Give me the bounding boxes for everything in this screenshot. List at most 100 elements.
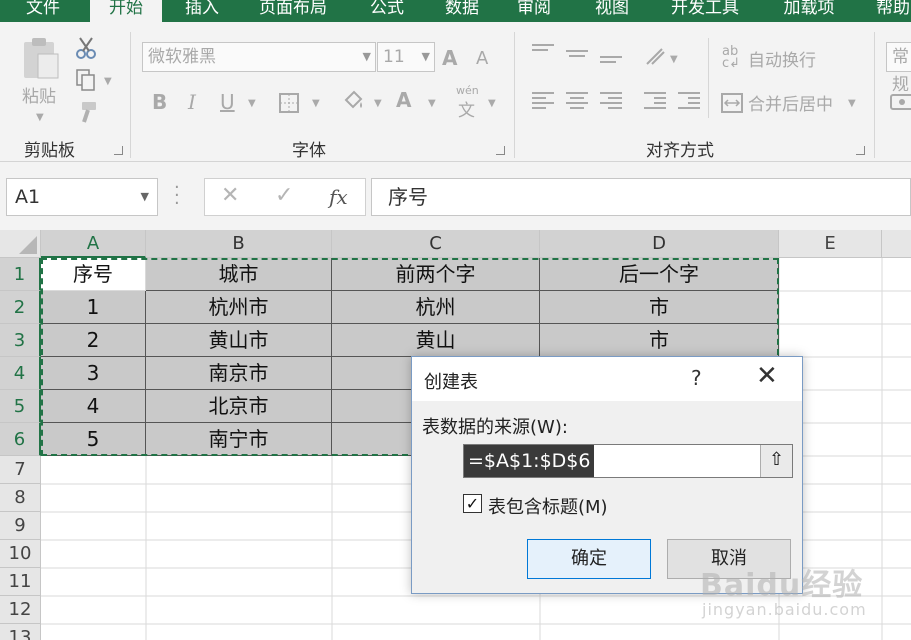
row-header-1[interactable]: 1 bbox=[0, 258, 41, 291]
fill-color-icon[interactable] bbox=[342, 90, 364, 112]
tab-home[interactable]: 开始 bbox=[90, 0, 162, 22]
help-icon[interactable]: ? bbox=[691, 366, 702, 390]
tab-help[interactable]: 帮助 bbox=[868, 0, 911, 22]
underline-dropdown-icon[interactable]: ▼ bbox=[248, 98, 256, 109]
format-painter-icon[interactable] bbox=[74, 100, 100, 124]
border-icon[interactable] bbox=[278, 92, 300, 114]
row-header-13[interactable]: 13 bbox=[0, 624, 41, 640]
dialog-titlebar[interactable]: 创建表 ? ✕ bbox=[412, 357, 802, 401]
tab-insert[interactable]: 插入 bbox=[176, 0, 228, 22]
phonetic-dropdown-icon[interactable]: ▼ bbox=[488, 98, 496, 109]
paste-button[interactable]: 粘贴 ▼ bbox=[14, 32, 68, 132]
tab-review[interactable]: 审阅 bbox=[508, 0, 560, 22]
cell-b6[interactable]: 南宁市 bbox=[146, 423, 332, 456]
align-top-icon[interactable] bbox=[532, 44, 554, 62]
row-header-4[interactable]: 4 bbox=[0, 357, 41, 390]
bold-button[interactable]: B bbox=[152, 90, 167, 114]
ok-button[interactable]: 确定 bbox=[527, 539, 651, 579]
font-color-dropdown-icon[interactable]: ▼ bbox=[428, 98, 436, 109]
cell-b4[interactable]: 南京市 bbox=[146, 357, 332, 390]
increase-indent-icon[interactable] bbox=[678, 92, 700, 110]
number-format-combo[interactable]: 常规 bbox=[886, 42, 911, 95]
phonetic-icon[interactable]: wén 文 bbox=[456, 84, 480, 121]
italic-button[interactable]: I bbox=[188, 90, 196, 114]
decrease-font-icon[interactable]: A bbox=[476, 48, 488, 69]
tab-data[interactable]: 数据 bbox=[436, 0, 488, 22]
align-center-icon[interactable] bbox=[566, 92, 588, 110]
cell-a1[interactable]: 序号 bbox=[41, 258, 146, 291]
collapse-dialog-button[interactable]: ⇧ bbox=[760, 445, 792, 477]
confirm-entry-icon[interactable]: ✓ bbox=[275, 183, 293, 208]
cell-a4[interactable]: 3 bbox=[41, 357, 146, 390]
decrease-indent-icon[interactable] bbox=[644, 92, 666, 110]
copy-dropdown-icon[interactable]: ▼ bbox=[104, 76, 112, 87]
copy-icon[interactable] bbox=[74, 68, 98, 92]
font-launcher-icon[interactable] bbox=[496, 146, 505, 155]
underline-button[interactable]: U bbox=[220, 90, 235, 114]
has-headers-label[interactable]: 表包含标题(M) bbox=[488, 493, 608, 519]
tab-view[interactable]: 视图 bbox=[586, 0, 638, 22]
row-header-7[interactable]: 7 bbox=[0, 456, 41, 484]
align-right-icon[interactable] bbox=[600, 92, 622, 110]
cancel-entry-icon[interactable]: ✕ bbox=[221, 183, 239, 208]
cell-a6[interactable]: 5 bbox=[41, 423, 146, 456]
merge-center-button[interactable]: 合并后居中 ▼ bbox=[720, 90, 860, 116]
border-dropdown-icon[interactable]: ▼ bbox=[312, 98, 320, 109]
cell-a2[interactable]: 1 bbox=[41, 291, 146, 324]
column-header-d[interactable]: D bbox=[540, 230, 779, 258]
align-left-icon[interactable] bbox=[532, 92, 554, 110]
cut-icon[interactable] bbox=[74, 36, 98, 60]
align-middle-icon[interactable] bbox=[566, 50, 588, 68]
cell-d1[interactable]: 后一个字 bbox=[540, 258, 779, 291]
paste-dropdown-icon[interactable]: ▼ bbox=[36, 112, 44, 123]
font-size-combo[interactable]: 11 ▼ bbox=[377, 42, 435, 72]
column-header-b[interactable]: B bbox=[146, 230, 332, 258]
fill-color-dropdown-icon[interactable]: ▼ bbox=[374, 98, 382, 109]
orientation-icon[interactable] bbox=[644, 46, 668, 68]
cell-c1[interactable]: 前两个字 bbox=[332, 258, 540, 291]
column-header-f[interactable] bbox=[882, 230, 911, 258]
font-color-icon[interactable]: A bbox=[396, 88, 411, 112]
row-header-9[interactable]: 9 bbox=[0, 512, 41, 540]
increase-font-icon[interactable]: A bbox=[442, 46, 457, 70]
cell-c3[interactable]: 黄山 bbox=[332, 324, 540, 357]
row-header-5[interactable]: 5 bbox=[0, 390, 41, 423]
tab-page-layout[interactable]: 页面布局 bbox=[250, 0, 336, 22]
tab-file[interactable]: 文件 bbox=[8, 0, 78, 22]
close-icon[interactable]: ✕ bbox=[756, 361, 778, 391]
has-headers-checkbox[interactable]: ✓ bbox=[463, 494, 482, 513]
insert-function-icon[interactable]: fx bbox=[329, 185, 348, 209]
cell-d2[interactable]: 市 bbox=[540, 291, 779, 324]
row-header-12[interactable]: 12 bbox=[0, 596, 41, 624]
cell-d3[interactable]: 市 bbox=[540, 324, 779, 357]
tab-formulas[interactable]: 公式 bbox=[362, 0, 412, 22]
alignment-launcher-icon[interactable] bbox=[856, 146, 865, 155]
column-header-e[interactable]: E bbox=[779, 230, 882, 258]
font-name-combo[interactable]: 微软雅黑 ▼ bbox=[142, 42, 376, 72]
formula-input[interactable]: 序号 bbox=[371, 178, 911, 216]
row-header-8[interactable]: 8 bbox=[0, 484, 41, 512]
tab-developer[interactable]: 开发工具 bbox=[662, 0, 748, 22]
cell-b3[interactable]: 黄山市 bbox=[146, 324, 332, 357]
select-all-button[interactable] bbox=[0, 230, 41, 258]
source-range-input[interactable]: =$A$1:$D$6 ⇧ bbox=[463, 444, 793, 478]
currency-icon[interactable] bbox=[890, 92, 911, 112]
row-header-2[interactable]: 2 bbox=[0, 291, 41, 324]
row-header-3[interactable]: 3 bbox=[0, 324, 41, 357]
row-header-10[interactable]: 10 bbox=[0, 540, 41, 568]
formula-bar-grip-icon[interactable]: · · · bbox=[174, 179, 180, 213]
cell-c2[interactable]: 杭州 bbox=[332, 291, 540, 324]
row-header-11[interactable]: 11 bbox=[0, 568, 41, 596]
column-header-c[interactable]: C bbox=[332, 230, 540, 258]
cell-a5[interactable]: 4 bbox=[41, 390, 146, 423]
orientation-dropdown-icon[interactable]: ▼ bbox=[670, 54, 678, 65]
cell-b1[interactable]: 城市 bbox=[146, 258, 332, 291]
align-bottom-icon[interactable] bbox=[600, 56, 622, 74]
name-box[interactable]: A1 ▼ bbox=[6, 178, 158, 216]
cell-a3[interactable]: 2 bbox=[41, 324, 146, 357]
cell-b5[interactable]: 北京市 bbox=[146, 390, 332, 423]
tab-addins[interactable]: 加载项 bbox=[774, 0, 844, 22]
wrap-text-button[interactable]: ab c↲ 自动换行 bbox=[722, 45, 832, 72]
clipboard-launcher-icon[interactable] bbox=[114, 146, 123, 155]
cell-b2[interactable]: 杭州市 bbox=[146, 291, 332, 324]
